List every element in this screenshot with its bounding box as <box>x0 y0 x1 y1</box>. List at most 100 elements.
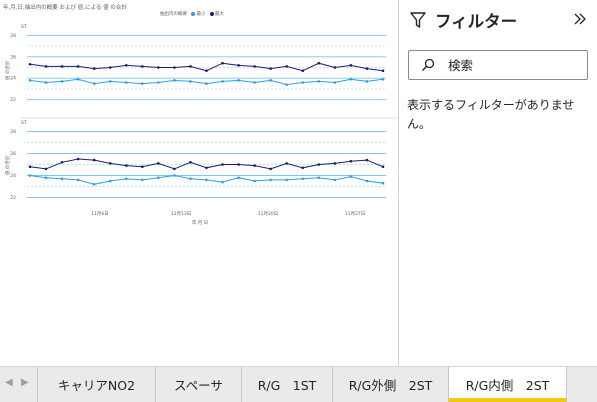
data-point <box>317 176 321 179</box>
filter-pane-title: フィルター <box>435 12 518 31</box>
data-point <box>189 80 192 83</box>
data-point <box>285 162 289 165</box>
data-point <box>108 80 112 83</box>
data-point <box>301 177 305 181</box>
data-point <box>381 77 385 81</box>
data-point <box>157 66 160 69</box>
filter-pane: フィルター 表示するフィルターがありません。 <box>398 0 597 366</box>
x-tick-label: 11月13日 <box>171 211 191 217</box>
y-tick-label: 22 <box>10 195 16 201</box>
filter-search-box[interactable] <box>408 50 588 80</box>
data-point <box>269 79 272 82</box>
data-point <box>349 175 353 178</box>
data-point <box>221 163 224 166</box>
data-point <box>28 174 32 177</box>
data-point <box>365 80 369 83</box>
search-icon <box>422 58 435 71</box>
data-point <box>237 163 240 166</box>
data-point <box>253 179 256 183</box>
data-point <box>108 162 112 165</box>
data-point <box>173 79 176 82</box>
data-point <box>124 81 128 84</box>
data-point <box>333 178 337 182</box>
data-point <box>221 180 224 184</box>
data-point <box>60 65 64 68</box>
x-tick-label: 11月20日 <box>258 211 278 217</box>
data-point <box>189 161 192 164</box>
data-point <box>333 66 337 69</box>
tab-rg-outer-2st[interactable]: R/G外側 2ST <box>333 367 449 402</box>
filter-icon <box>410 12 426 28</box>
data-point <box>157 176 160 179</box>
data-point <box>76 157 80 161</box>
data-point <box>205 178 208 182</box>
panel-label-bottom: ST <box>21 120 27 126</box>
data-point <box>124 164 128 167</box>
data-point <box>44 167 48 171</box>
y-tick-label: 28 <box>10 129 16 135</box>
no-filters-message: 表示するフィルターがありません。 <box>407 98 575 131</box>
y-axis-title-bottom: 値 の合計 <box>4 155 11 175</box>
tab-carrier-no2[interactable]: キャリアNO2 <box>38 367 156 402</box>
tab-rg-1st[interactable]: R/G 1ST <box>242 367 333 402</box>
x-axis-title: 年 月 日 <box>192 219 208 226</box>
data-point <box>92 67 96 70</box>
data-point <box>28 79 32 82</box>
y-axis-title-top: 値 の合計 <box>4 60 11 80</box>
data-point <box>141 178 144 182</box>
data-point <box>28 165 32 168</box>
data-point <box>237 176 240 179</box>
data-point <box>189 65 192 68</box>
search-input[interactable] <box>448 57 578 73</box>
data-point <box>28 62 32 66</box>
data-point <box>381 69 385 73</box>
data-point <box>60 80 64 83</box>
data-point <box>317 80 321 83</box>
data-point <box>349 77 353 81</box>
data-point <box>44 65 48 68</box>
data-point <box>349 64 353 67</box>
x-tick-label: 11月6日 <box>91 211 109 217</box>
data-point <box>253 164 256 167</box>
tab-spacer[interactable]: スペーサ <box>156 367 242 402</box>
data-point <box>205 69 208 73</box>
y-tick-label: 26 <box>10 151 16 157</box>
tab-scroll-right-icon[interactable]: ▶ <box>21 377 29 388</box>
data-point <box>141 65 144 68</box>
data-point <box>381 181 385 185</box>
data-point <box>349 159 353 163</box>
data-point <box>92 183 96 186</box>
data-point <box>92 82 96 85</box>
collapse-pane-icon[interactable] <box>573 12 587 26</box>
tab-rg-inner-2st[interactable]: R/G内側 2ST <box>449 367 567 402</box>
data-point <box>221 61 224 65</box>
data-point <box>141 165 144 168</box>
data-point <box>317 61 321 65</box>
chart-panel-top: 22 24 26 28 <box>10 33 386 103</box>
report-canvas: 年,月,日,抽出内の概要 および 値,による 値 の合計 抽出内の概要 最小 最… <box>0 0 398 366</box>
data-point <box>205 166 208 170</box>
data-point <box>365 67 369 70</box>
data-point <box>317 163 321 166</box>
data-point <box>60 161 64 164</box>
y-tick-label: 24 <box>10 173 16 179</box>
data-point <box>333 81 337 84</box>
page-tab-bar: ◀ ▶ キャリアNO2 スペーサ R/G 1ST R/G外側 2ST R/G内側… <box>0 366 597 402</box>
data-point <box>76 77 80 81</box>
y-tick-label: 22 <box>10 97 16 103</box>
data-point <box>301 81 305 84</box>
data-point <box>365 179 369 183</box>
data-point <box>269 67 272 70</box>
data-point <box>157 81 160 84</box>
data-point <box>157 162 160 165</box>
tab-scroll-left-icon[interactable]: ◀ <box>5 377 13 388</box>
data-point <box>237 64 240 67</box>
data-point <box>301 166 305 170</box>
data-point <box>381 165 385 168</box>
y-tick-label: 26 <box>10 54 16 60</box>
data-point <box>173 167 176 171</box>
line-chart[interactable]: 22 24 26 28 22 24 26 28 11月6日 11月13日 11月20日 11月27日… <box>0 0 398 366</box>
data-point <box>253 81 256 84</box>
data-point <box>269 167 272 171</box>
data-point <box>60 177 64 181</box>
